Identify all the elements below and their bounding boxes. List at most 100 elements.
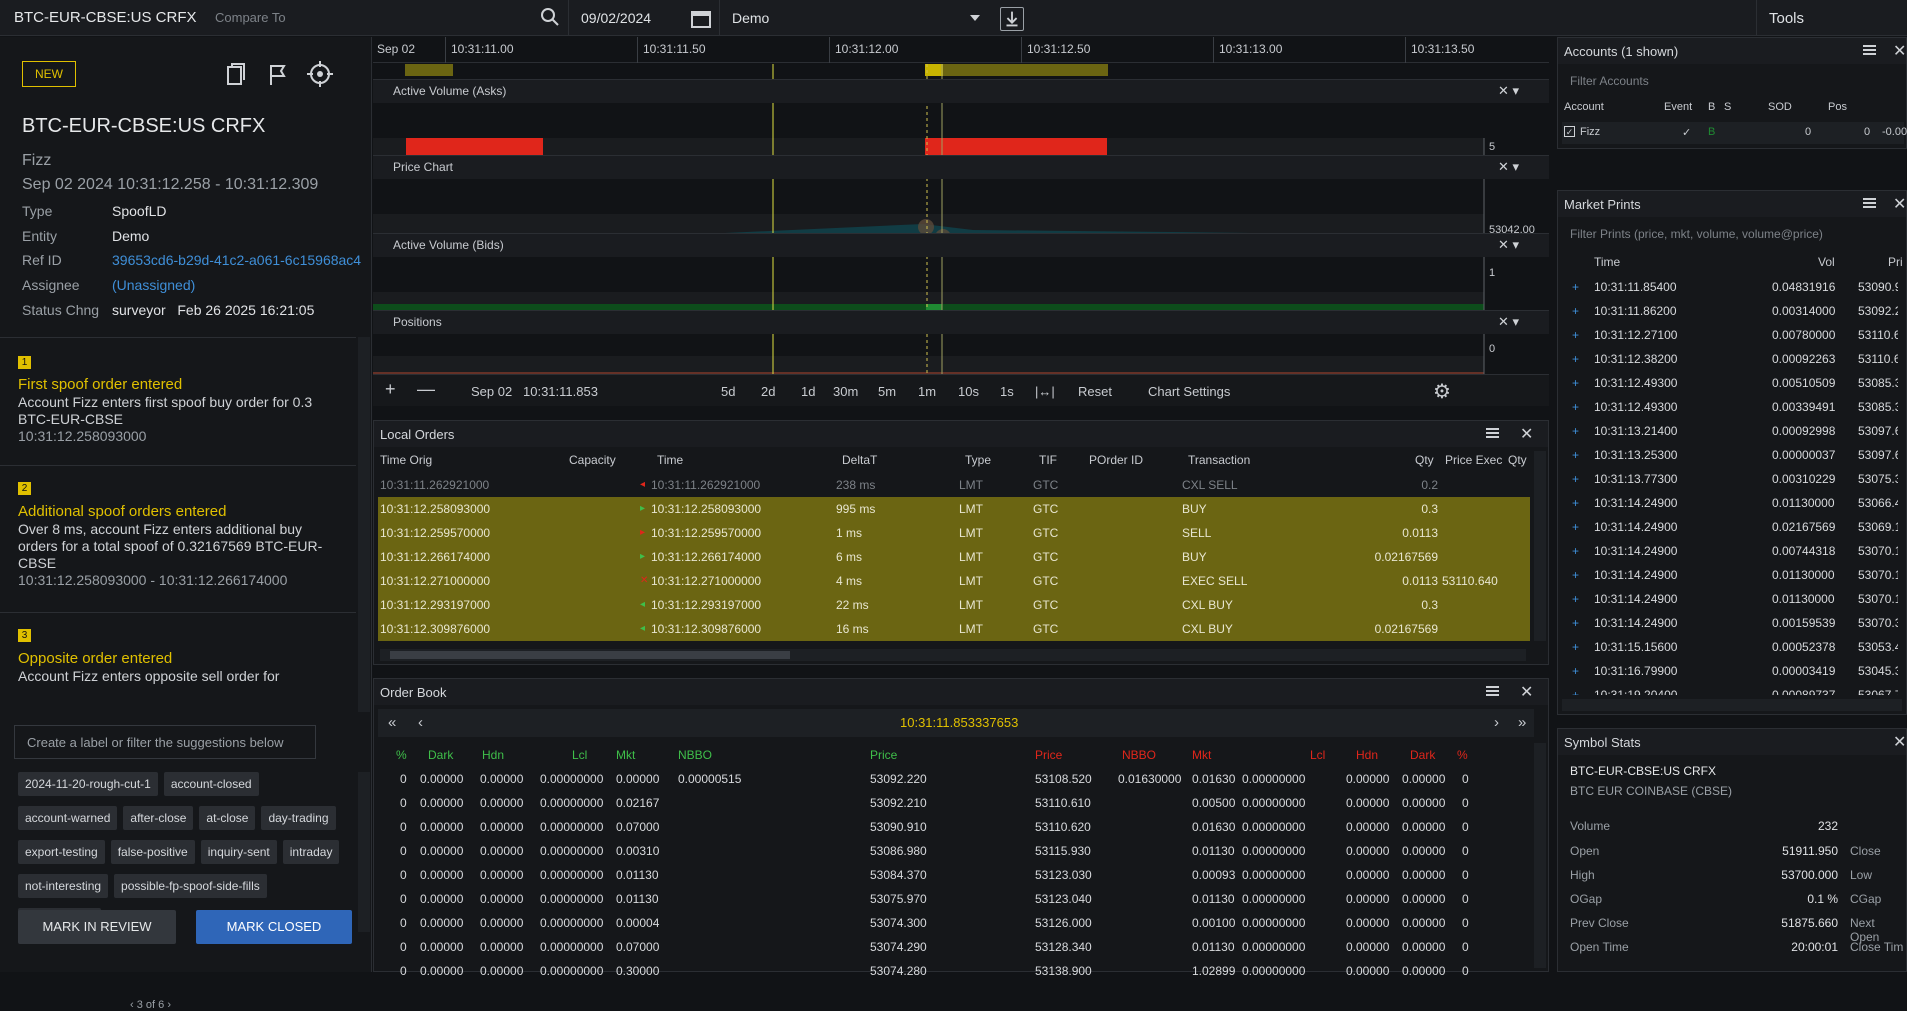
compare-to-input[interactable]: Compare To bbox=[215, 10, 286, 25]
table-row[interactable]: 0 0.00000 0.00000 0.00000000 0.00000 0.000005… bbox=[380, 767, 1530, 791]
tag[interactable]: inquiry-sent bbox=[200, 840, 277, 864]
table-row[interactable]: 0 0.00000 0.00000 0.00000000 0.07000 53074.29… bbox=[380, 935, 1530, 959]
tools-icon[interactable]: ✕ ▾ bbox=[1498, 237, 1519, 253]
orders-scrollbar[interactable] bbox=[1534, 451, 1546, 641]
zoom-in-button[interactable]: + bbox=[385, 379, 396, 400]
table-row[interactable]: +10:31:15.156000.0005237853053.44 bbox=[1562, 635, 1898, 659]
tag[interactable]: after-close bbox=[123, 806, 194, 830]
next-icon[interactable]: › bbox=[1494, 714, 1499, 731]
timeline-chart[interactable]: Sep 02 10:31:11.00 10:31:11.50 10:31:12.… bbox=[373, 37, 1549, 413]
search-icon[interactable] bbox=[540, 7, 560, 27]
close-icon[interactable]: ✕ bbox=[1893, 194, 1906, 214]
table-row[interactable]: 0 0.00000 0.00000 0.00000000 0.07000 53090.91… bbox=[380, 815, 1530, 839]
chart-settings-button[interactable]: Chart Settings bbox=[1148, 384, 1230, 399]
table-row[interactable]: 0 0.00000 0.00000 0.00000000 0.01130 53084.37… bbox=[380, 863, 1530, 887]
table-row[interactable]: +10:31:14.249000.0074431853070.10 bbox=[1562, 539, 1898, 563]
tag[interactable]: 2024-11-20-rough-cut-1 bbox=[18, 772, 158, 796]
list-item[interactable]: 3 Opposite order entered Account Fizz en… bbox=[0, 613, 356, 712]
fit-icon[interactable]: |↔| bbox=[1035, 384, 1055, 399]
first-page-icon[interactable]: « bbox=[388, 714, 396, 731]
table-row[interactable]: +10:31:12.493000.0033949153085.37 bbox=[1562, 395, 1898, 419]
field-assignee[interactable]: Assignee (Unassigned) bbox=[22, 277, 195, 293]
table-row[interactable]: +10:31:13.773000.0031022953075.30 bbox=[1562, 467, 1898, 491]
close-icon[interactable]: ✕ bbox=[1520, 424, 1533, 444]
table-row[interactable]: 0 0.00000 0.00000 0.00000000 0.00310 53086.98… bbox=[380, 839, 1530, 863]
tools-icon[interactable]: ✕ ▾ bbox=[1498, 83, 1519, 99]
range-30m[interactable]: 30m bbox=[833, 384, 858, 399]
tools-icon[interactable]: ✕ ▾ bbox=[1498, 314, 1519, 330]
range-5m[interactable]: 5m bbox=[878, 384, 896, 399]
zoom-out-button[interactable]: — bbox=[417, 379, 435, 400]
table-row[interactable]: 0 0.00000 0.00000 0.00000000 0.00004 53074.30… bbox=[380, 911, 1530, 935]
table-row[interactable]: +10:31:14.249000.0216756953069.10 bbox=[1562, 515, 1898, 539]
symbol-field[interactable]: BTC-EUR-CBSE:US CRFX bbox=[14, 9, 197, 26]
tag[interactable]: not-interesting bbox=[18, 874, 109, 898]
range-1d[interactable]: 1d bbox=[801, 384, 815, 399]
menu-icon[interactable] bbox=[1486, 686, 1499, 696]
table-row[interactable]: 10:31:11.262921000 ◂ 10:31:11.262921000 238… bbox=[378, 473, 1530, 497]
prints-hscrollbar[interactable] bbox=[1562, 699, 1902, 711]
table-row[interactable]: ✓ Fizz ✓ B 0 0 -0.00 bbox=[1562, 122, 1907, 144]
gear-icon[interactable]: ⚙ bbox=[1433, 379, 1451, 404]
range-1m[interactable]: 1m bbox=[918, 384, 936, 399]
download-icon[interactable] bbox=[1000, 7, 1024, 31]
table-row[interactable]: 10:31:12.266174000 ▸ 10:31:12.266174000 6 m… bbox=[378, 545, 1530, 569]
range-5d[interactable]: 5d bbox=[721, 384, 735, 399]
reset-button[interactable]: Reset bbox=[1078, 384, 1112, 399]
mark-in-review-button[interactable]: MARK IN REVIEW bbox=[18, 910, 176, 944]
list-item[interactable]: 2 Additional spoof orders entered Over 8… bbox=[0, 466, 356, 613]
table-row[interactable]: 0 0.00000 0.00000 0.00000000 0.01130 53075.97… bbox=[380, 887, 1530, 911]
range-10s[interactable]: 10s bbox=[958, 384, 979, 399]
table-row[interactable]: +10:31:13.214000.0009299853097.67 bbox=[1562, 419, 1898, 443]
menu-icon[interactable] bbox=[1863, 198, 1876, 208]
list-item[interactable]: 1 First spoof order entered Account Fizz… bbox=[0, 338, 356, 466]
filter-prints-input[interactable]: Filter Prints (price, mkt, volume, volum… bbox=[1562, 221, 1902, 247]
copy-icon[interactable] bbox=[225, 63, 247, 87]
filter-accounts-input[interactable]: Filter Accounts bbox=[1562, 68, 1902, 94]
range-2d[interactable]: 2d bbox=[761, 384, 775, 399]
tag[interactable]: intraday bbox=[282, 840, 340, 864]
table-row[interactable]: 10:31:12.259570000 ▸ 10:31:12.259570000 1 m… bbox=[378, 521, 1530, 545]
last-page-icon[interactable]: » bbox=[1518, 714, 1526, 731]
prev-icon[interactable]: ‹ bbox=[418, 714, 423, 731]
close-icon[interactable]: ✕ bbox=[1893, 41, 1906, 61]
table-row[interactable]: +10:31:14.249000.0113000053070.10 bbox=[1562, 587, 1898, 611]
field-ref-id[interactable]: Ref ID 39653cd6-b29d-41c2-a061-6c15968ac4 bbox=[22, 252, 394, 268]
table-row[interactable]: 0 0.00000 0.00000 0.00000000 0.02167 53092.21… bbox=[380, 791, 1530, 815]
environment-select[interactable]: Demo bbox=[719, 0, 989, 36]
table-row[interactable]: +10:31:19.204000.0008973753067.75 bbox=[1562, 683, 1898, 695]
table-row[interactable]: +10:31:11.862000.0031400053092.22 bbox=[1562, 299, 1898, 323]
table-row[interactable]: +10:31:12.493000.0051050953085.38 bbox=[1562, 371, 1898, 395]
tag[interactable]: day-trading bbox=[261, 806, 336, 830]
table-row[interactable]: 10:31:12.271000000 ✕ 10:31:12.271000000 4 m… bbox=[378, 569, 1530, 593]
tag[interactable]: false-positive bbox=[110, 840, 195, 864]
table-row[interactable]: +10:31:12.271000.0078000053110.64 bbox=[1562, 323, 1898, 347]
table-row[interactable]: +10:31:13.253000.0000003753097.67 bbox=[1562, 443, 1898, 467]
menu-icon[interactable] bbox=[1863, 45, 1876, 55]
mark-closed-button[interactable]: MARK CLOSED bbox=[196, 910, 352, 944]
orders-hscrollbar[interactable] bbox=[380, 649, 1526, 661]
pagination[interactable]: ‹ 3 of 6 › bbox=[130, 999, 171, 1011]
calendar-icon[interactable] bbox=[690, 8, 712, 28]
table-row[interactable]: +10:31:14.249000.0113000053066.45 bbox=[1562, 491, 1898, 515]
tools-menu[interactable]: Tools bbox=[1756, 0, 1907, 36]
menu-icon[interactable] bbox=[1486, 428, 1499, 438]
book-scrollbar[interactable] bbox=[1534, 743, 1546, 968]
tag[interactable]: export-testing bbox=[18, 840, 105, 864]
close-icon[interactable]: ✕ bbox=[1520, 682, 1533, 702]
table-row[interactable]: +10:31:14.249000.0113000053070.10 bbox=[1562, 563, 1898, 587]
flag-icon[interactable] bbox=[267, 63, 289, 87]
close-icon[interactable]: ✕ bbox=[1893, 732, 1906, 752]
steps-scrollbar[interactable] bbox=[358, 337, 370, 712]
table-row[interactable]: +10:31:16.799000.0000341953045.37 bbox=[1562, 659, 1898, 683]
tags-scrollbar[interactable] bbox=[358, 772, 370, 932]
tag[interactable]: possible-fp-spoof-side-fills bbox=[114, 874, 267, 898]
table-row[interactable]: 10:31:12.258093000 ▸ 10:31:12.258093000 995… bbox=[378, 497, 1530, 521]
tools-icon[interactable]: ✕ ▾ bbox=[1498, 159, 1519, 175]
label-input[interactable]: Create a label or filter the suggestions… bbox=[14, 725, 316, 759]
tag[interactable]: account-closed bbox=[163, 772, 259, 796]
table-row[interactable]: 10:31:12.293197000 ◂ 10:31:12.293197000 22 … bbox=[378, 593, 1530, 617]
tag[interactable]: account-warned bbox=[18, 806, 118, 830]
table-row[interactable]: +10:31:11.854000.0483191653090.91 bbox=[1562, 275, 1898, 299]
chevron-down-icon[interactable] bbox=[970, 15, 980, 21]
